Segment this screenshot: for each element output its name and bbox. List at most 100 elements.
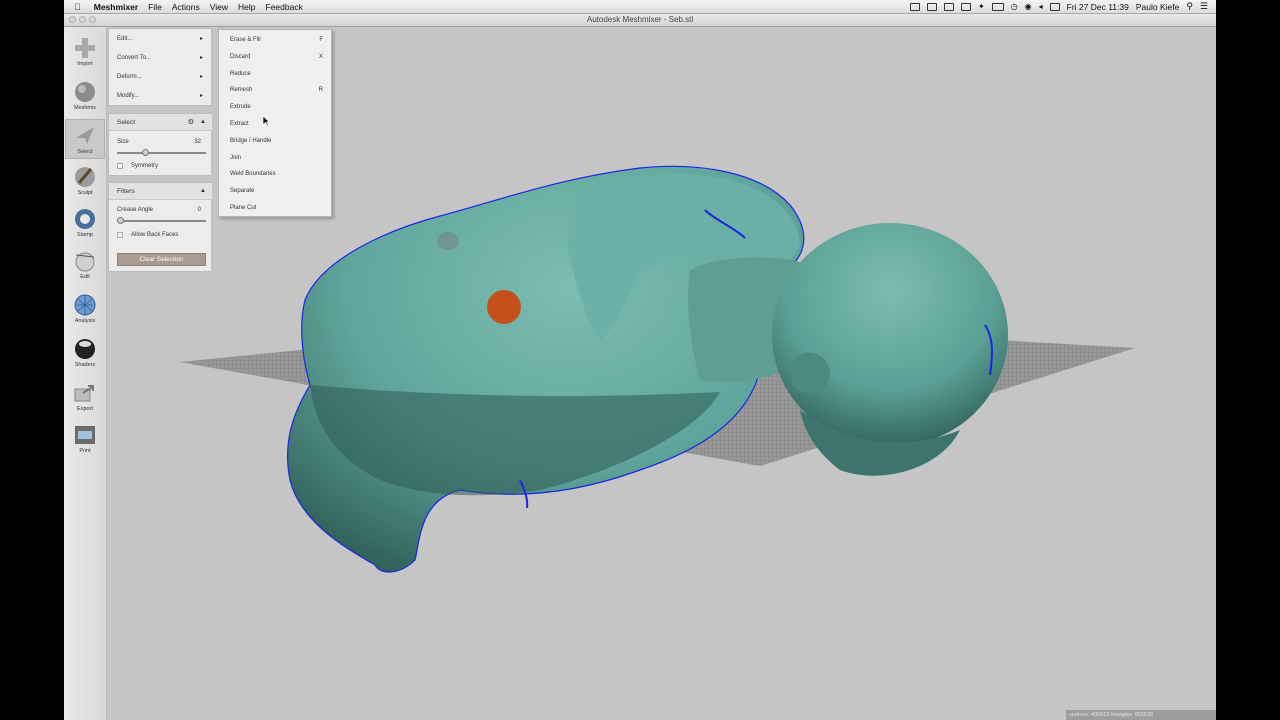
submenu-shortcut: F — [319, 37, 323, 43]
submenu-item-label: Plane Cut — [230, 205, 257, 211]
submenu-item-label: Bridge / Handle — [230, 137, 272, 144]
export-icon — [74, 385, 94, 402]
export-label: Export — [77, 406, 93, 412]
brush-ghost — [437, 232, 459, 250]
crease-angle-value[interactable]: 0 — [198, 207, 201, 213]
mesh-ear — [790, 352, 830, 394]
clear-selection-button[interactable]: Clear Selection — [117, 253, 206, 266]
edit-label: Edit — [80, 274, 90, 280]
submenu-item-plane-cut[interactable]: Plane Cut — [230, 201, 323, 215]
menu-item-deform[interactable]: Deform... ▸ — [117, 70, 205, 84]
meshmix-sphere-icon — [75, 82, 95, 102]
analysis-icon — [74, 294, 96, 316]
chevron-right-icon: ▸ — [199, 74, 203, 80]
submenu-item-label: Discard — [230, 53, 251, 60]
menu-item-modify-label: Modify... — [117, 93, 140, 99]
submenu-shortcut: X — [318, 53, 323, 60]
chevron-right-icon: ▸ — [199, 36, 203, 42]
filters-panel: Filters ▲ Crease Angle 0 Allow Back Face… — [108, 182, 212, 272]
collapse-icon[interactable]: ▲ — [200, 183, 206, 200]
submenu-item-reduce[interactable]: Reduce — [230, 67, 323, 81]
filters-panel-title: Filters — [117, 188, 135, 195]
print-icon — [75, 426, 95, 444]
analysis-tool[interactable]: Analysis — [65, 289, 105, 329]
import-tool[interactable]: Import — [65, 32, 105, 72]
stamp-icon — [75, 209, 95, 229]
select-panel-title: Select — [117, 119, 136, 126]
symmetry-label: Symmetry — [131, 163, 158, 169]
scene-canvas — [180, 165, 1135, 573]
filters-panel-header[interactable]: Filters ▲ — [109, 183, 212, 200]
selection-actions-menu: Edit... ▸ Convert To... ▸ Deform... ▸ Modif… — [108, 28, 212, 106]
submenu-item-bridge-handle[interactable]: Bridge / Handle — [230, 134, 323, 148]
shaders-label: Shaders — [74, 362, 96, 368]
submenu-item-label: Weld Boundaries — [230, 171, 276, 178]
export-tool[interactable]: Export — [65, 377, 105, 417]
symmetry-checkbox[interactable] — [117, 163, 123, 169]
analysis-label: Analysis — [74, 318, 96, 324]
submenu-item-label: Extract — [230, 121, 249, 127]
sculpt-label: Sculpt — [77, 190, 93, 196]
submenu-item-erase-fill[interactable]: Erase & Fill F — [230, 33, 323, 47]
menu-item-edit[interactable]: Edit... ▸ — [117, 32, 205, 46]
mesh-stats-status: vertices: 400913 triangles: 855539 — [1066, 710, 1216, 720]
selection-patch — [487, 290, 521, 324]
submenu-item-label: Extrude — [230, 104, 251, 111]
submenu-item-label: Remesh — [230, 87, 253, 94]
size-slider-track[interactable] — [117, 152, 206, 154]
app-window: Autodesk Meshmixer - Seb.stl Import Mesh… — [64, 14, 1216, 720]
submenu-item-label: Reduce — [230, 70, 251, 77]
submenu-item-extrude[interactable]: Extrude — [230, 100, 323, 114]
size-label: Size — [117, 139, 129, 145]
import-label: Import — [77, 61, 93, 67]
submenu-item-remesh[interactable]: Remesh R — [230, 83, 323, 97]
sculpt-brush-icon — [75, 167, 95, 187]
size-slider-knob[interactable] — [141, 149, 149, 156]
submenu-item-label: Erase & Fill — [230, 37, 261, 43]
submenu-shortcut: R — [318, 87, 323, 94]
submenu-item-label: Separate — [230, 188, 255, 195]
shader-sphere-icon — [75, 339, 95, 359]
submenu-item-extract[interactable]: Extract — [230, 117, 323, 131]
menu-item-convert-label: Convert To... — [117, 55, 151, 61]
menu-item-convert-to[interactable]: Convert To... ▸ — [117, 51, 205, 65]
menu-item-deform-label: Deform... — [117, 74, 142, 80]
crease-angle-label: Crease Angle — [117, 207, 154, 213]
select-tool[interactable]: Select — [65, 119, 105, 159]
tool-sidebar: Import Meshmix Select Sculpt Stamp Edit … — [64, 27, 107, 720]
edit-sphere-icon — [75, 252, 95, 272]
collapse-icon[interactable]: ▲ — [200, 114, 206, 131]
submenu-item-discard[interactable]: Discard X — [230, 50, 323, 64]
stamp-tool[interactable]: Stamp — [65, 203, 105, 243]
size-value[interactable]: 32 — [194, 139, 201, 145]
allow-back-faces-label: Allow Back Faces — [131, 232, 179, 238]
gear-icon[interactable]: ⚙ — [188, 114, 194, 131]
allow-back-faces-checkbox[interactable] — [117, 232, 123, 238]
edit-submenu: Erase & Fill F Discard X Reduce Remesh R Extrud… — [218, 29, 332, 217]
edit-tool[interactable]: Edit — [65, 245, 105, 285]
crease-slider-track[interactable] — [117, 220, 206, 222]
chevron-right-icon: ▸ — [199, 55, 203, 61]
crease-slider-knob[interactable] — [117, 217, 124, 224]
submenu-item-join[interactable]: Join — [230, 151, 323, 165]
plus-icon — [75, 38, 95, 58]
select-panel-header[interactable]: Select ⚙ ▲ — [109, 114, 212, 131]
submenu-item-separate[interactable]: Separate — [230, 184, 323, 198]
select-arrow-icon — [76, 127, 94, 144]
chevron-right-icon: ▸ — [199, 93, 203, 99]
stamp-label: Stamp — [77, 232, 93, 238]
submenu-item-weld-boundaries[interactable]: Weld Boundaries — [230, 167, 323, 181]
sculpt-tool[interactable]: Sculpt — [65, 161, 105, 201]
meshmix-tool[interactable]: Meshmix — [65, 76, 105, 116]
submenu-item-label: Join — [230, 154, 242, 161]
menu-item-edit-label: Edit... — [117, 36, 133, 42]
meshmix-label: Meshmix — [73, 105, 96, 111]
print-label: Print — [79, 448, 91, 454]
menu-item-modify[interactable]: Modify... ▸ — [117, 89, 205, 103]
shaders-tool[interactable]: Shaders — [65, 333, 105, 373]
print-tool[interactable]: Print — [65, 419, 105, 459]
select-panel: Select ⚙ ▲ Size 32 Symmetry — [108, 113, 212, 176]
select-label: Select — [77, 149, 93, 155]
mouse-cursor-icon — [262, 115, 270, 127]
mesh-head — [772, 223, 1008, 447]
